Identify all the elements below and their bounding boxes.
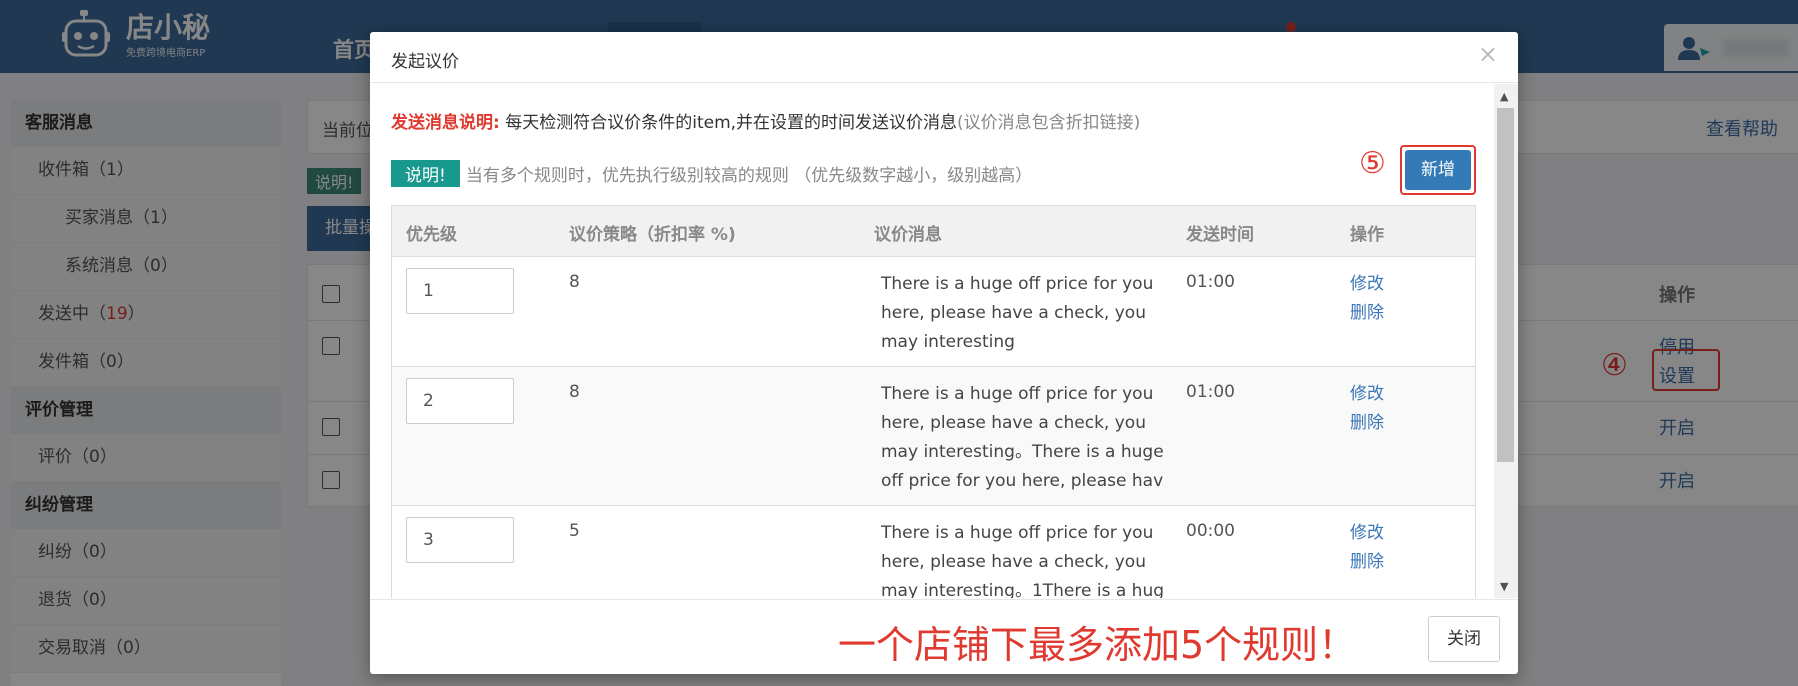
modal-header: 发起议价 ×: [370, 32, 1518, 83]
edit-link[interactable]: 修改: [1350, 270, 1384, 299]
delete-link[interactable]: 删除: [1350, 548, 1384, 577]
message-text: There is a huge off price for you here, …: [881, 274, 1154, 352]
delete-link[interactable]: 删除: [1350, 299, 1384, 328]
strategy-value: 5: [569, 521, 580, 541]
col-operation: 操作: [1350, 225, 1384, 245]
max-rules-annotation: 一个店铺下最多添加5个规则！: [838, 623, 1357, 667]
send-time: 01:00: [1186, 272, 1235, 292]
scroll-down-icon[interactable]: ▼: [1500, 580, 1508, 593]
table-row: 1 8 There is a huge off price for you he…: [392, 257, 1475, 367]
note-tag: 说明!: [391, 160, 460, 187]
table-header: 优先级 议价策略（折扣率 %) 议价消息 发送时间 操作: [392, 206, 1475, 257]
edit-link[interactable]: 修改: [1350, 380, 1384, 409]
scrollbar-thumb[interactable]: [1497, 108, 1514, 462]
desc-paren: (议价消息包含折扣链接): [957, 113, 1141, 133]
table-row: 2 8 There is a huge off price for you he…: [392, 367, 1475, 506]
send-time: 00:00: [1186, 521, 1235, 541]
scroll-up-icon[interactable]: ▲: [1500, 90, 1508, 103]
annotation-step-5: ⑤: [1359, 146, 1386, 181]
table-row: 3 5 There is a huge off price for you he…: [392, 506, 1475, 598]
modal-title: 发起议价: [391, 52, 459, 72]
send-time: 01:00: [1186, 382, 1235, 402]
strategy-value: 8: [569, 272, 580, 292]
col-strategy: 议价策略（折扣率 %): [569, 225, 736, 245]
priority-input[interactable]: 1: [406, 268, 514, 314]
add-rule-button[interactable]: 新增: [1405, 150, 1471, 190]
priority-input[interactable]: 3: [406, 517, 514, 563]
message-text: There is a huge off price for you here, …: [881, 523, 1165, 598]
bargain-modal: 发起议价 × 发送消息说明: 每天检测符合议价条件的item,并在设置的时间发送…: [370, 32, 1518, 674]
col-send-time: 发送时间: [1186, 225, 1254, 245]
message-text: There is a huge off price for you here, …: [881, 384, 1164, 491]
strategy-value: 8: [569, 382, 580, 402]
close-button[interactable]: 关闭: [1428, 616, 1500, 662]
modal-scrollbar[interactable]: ▲ ▼: [1494, 84, 1518, 598]
modal-footer: 一个店铺下最多添加5个规则！ 关闭: [370, 599, 1518, 674]
desc-text: 每天检测符合议价条件的item,并在设置的时间发送议价消息: [499, 113, 958, 133]
delete-link[interactable]: 删除: [1350, 409, 1384, 438]
bargain-rules-table: 优先级 议价策略（折扣率 %) 议价消息 发送时间 操作 1 8 There i…: [391, 205, 1476, 598]
col-message: 议价消息: [874, 225, 942, 245]
edit-link[interactable]: 修改: [1350, 519, 1384, 548]
desc-label: 发送消息说明:: [391, 113, 500, 133]
col-priority: 优先级: [406, 225, 457, 245]
send-message-description: 发送消息说明: 每天检测符合议价条件的item,并在设置的时间发送议价消息(议价…: [391, 108, 1140, 133]
priority-note: 说明! 当有多个规则时，优先执行级别较高的规则 （优先级数字越小，级别越高）: [391, 160, 1032, 187]
modal-body: 发送消息说明: 每天检测符合议价条件的item,并在设置的时间发送议价消息(议价…: [370, 83, 1518, 598]
priority-input[interactable]: 2: [406, 378, 514, 424]
annotation-highlight-add: 新增: [1400, 145, 1476, 195]
note-text: 当有多个规则时，优先执行级别较高的规则 （优先级数字越小，级别越高）: [465, 166, 1033, 186]
close-icon[interactable]: ×: [1478, 42, 1498, 66]
